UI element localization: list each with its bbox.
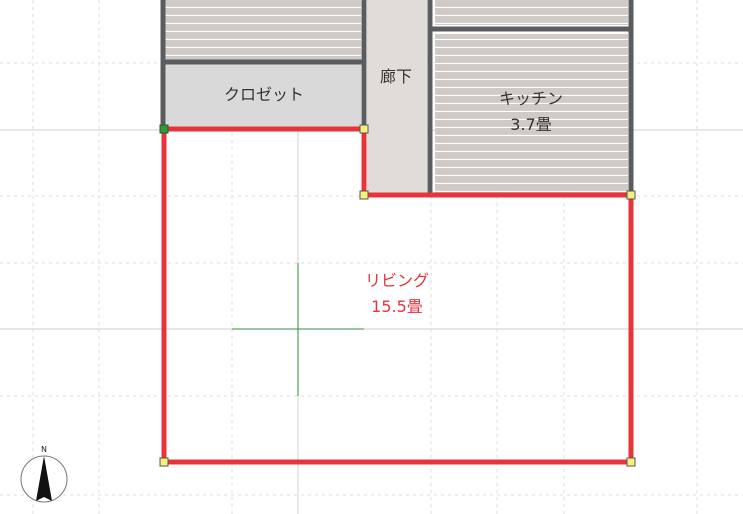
floor-plan-canvas[interactable] <box>0 0 743 514</box>
vertex-handle[interactable] <box>359 124 369 134</box>
living-label: リビング 15.5畳 <box>365 268 429 320</box>
north-label: N <box>41 445 47 454</box>
living-name: リビング <box>364 271 430 290</box>
living-area: 15.5畳 <box>371 297 423 316</box>
kitchen-label: キッチン 3.7畳 <box>499 86 563 138</box>
room-corridor[interactable] <box>367 0 427 195</box>
corridor-label: 廊下 <box>380 64 412 90</box>
closet-name: クロゼット <box>223 85 305 104</box>
vertex-handle[interactable] <box>626 457 636 467</box>
vertex-handle-start[interactable] <box>159 124 169 134</box>
living-center-mark <box>232 263 364 396</box>
vertex-handle[interactable] <box>626 190 636 200</box>
north-compass: N <box>19 444 69 506</box>
kitchen-area: 3.7畳 <box>510 115 552 134</box>
room-upper-right[interactable] <box>435 0 628 25</box>
room-upper-left[interactable] <box>165 0 361 60</box>
kitchen-name: キッチン <box>498 89 564 108</box>
corridor-name: 廊下 <box>379 67 413 86</box>
vertex-handle[interactable] <box>359 190 369 200</box>
vertex-handle[interactable] <box>159 457 169 467</box>
closet-label: クロゼット <box>224 82 304 108</box>
